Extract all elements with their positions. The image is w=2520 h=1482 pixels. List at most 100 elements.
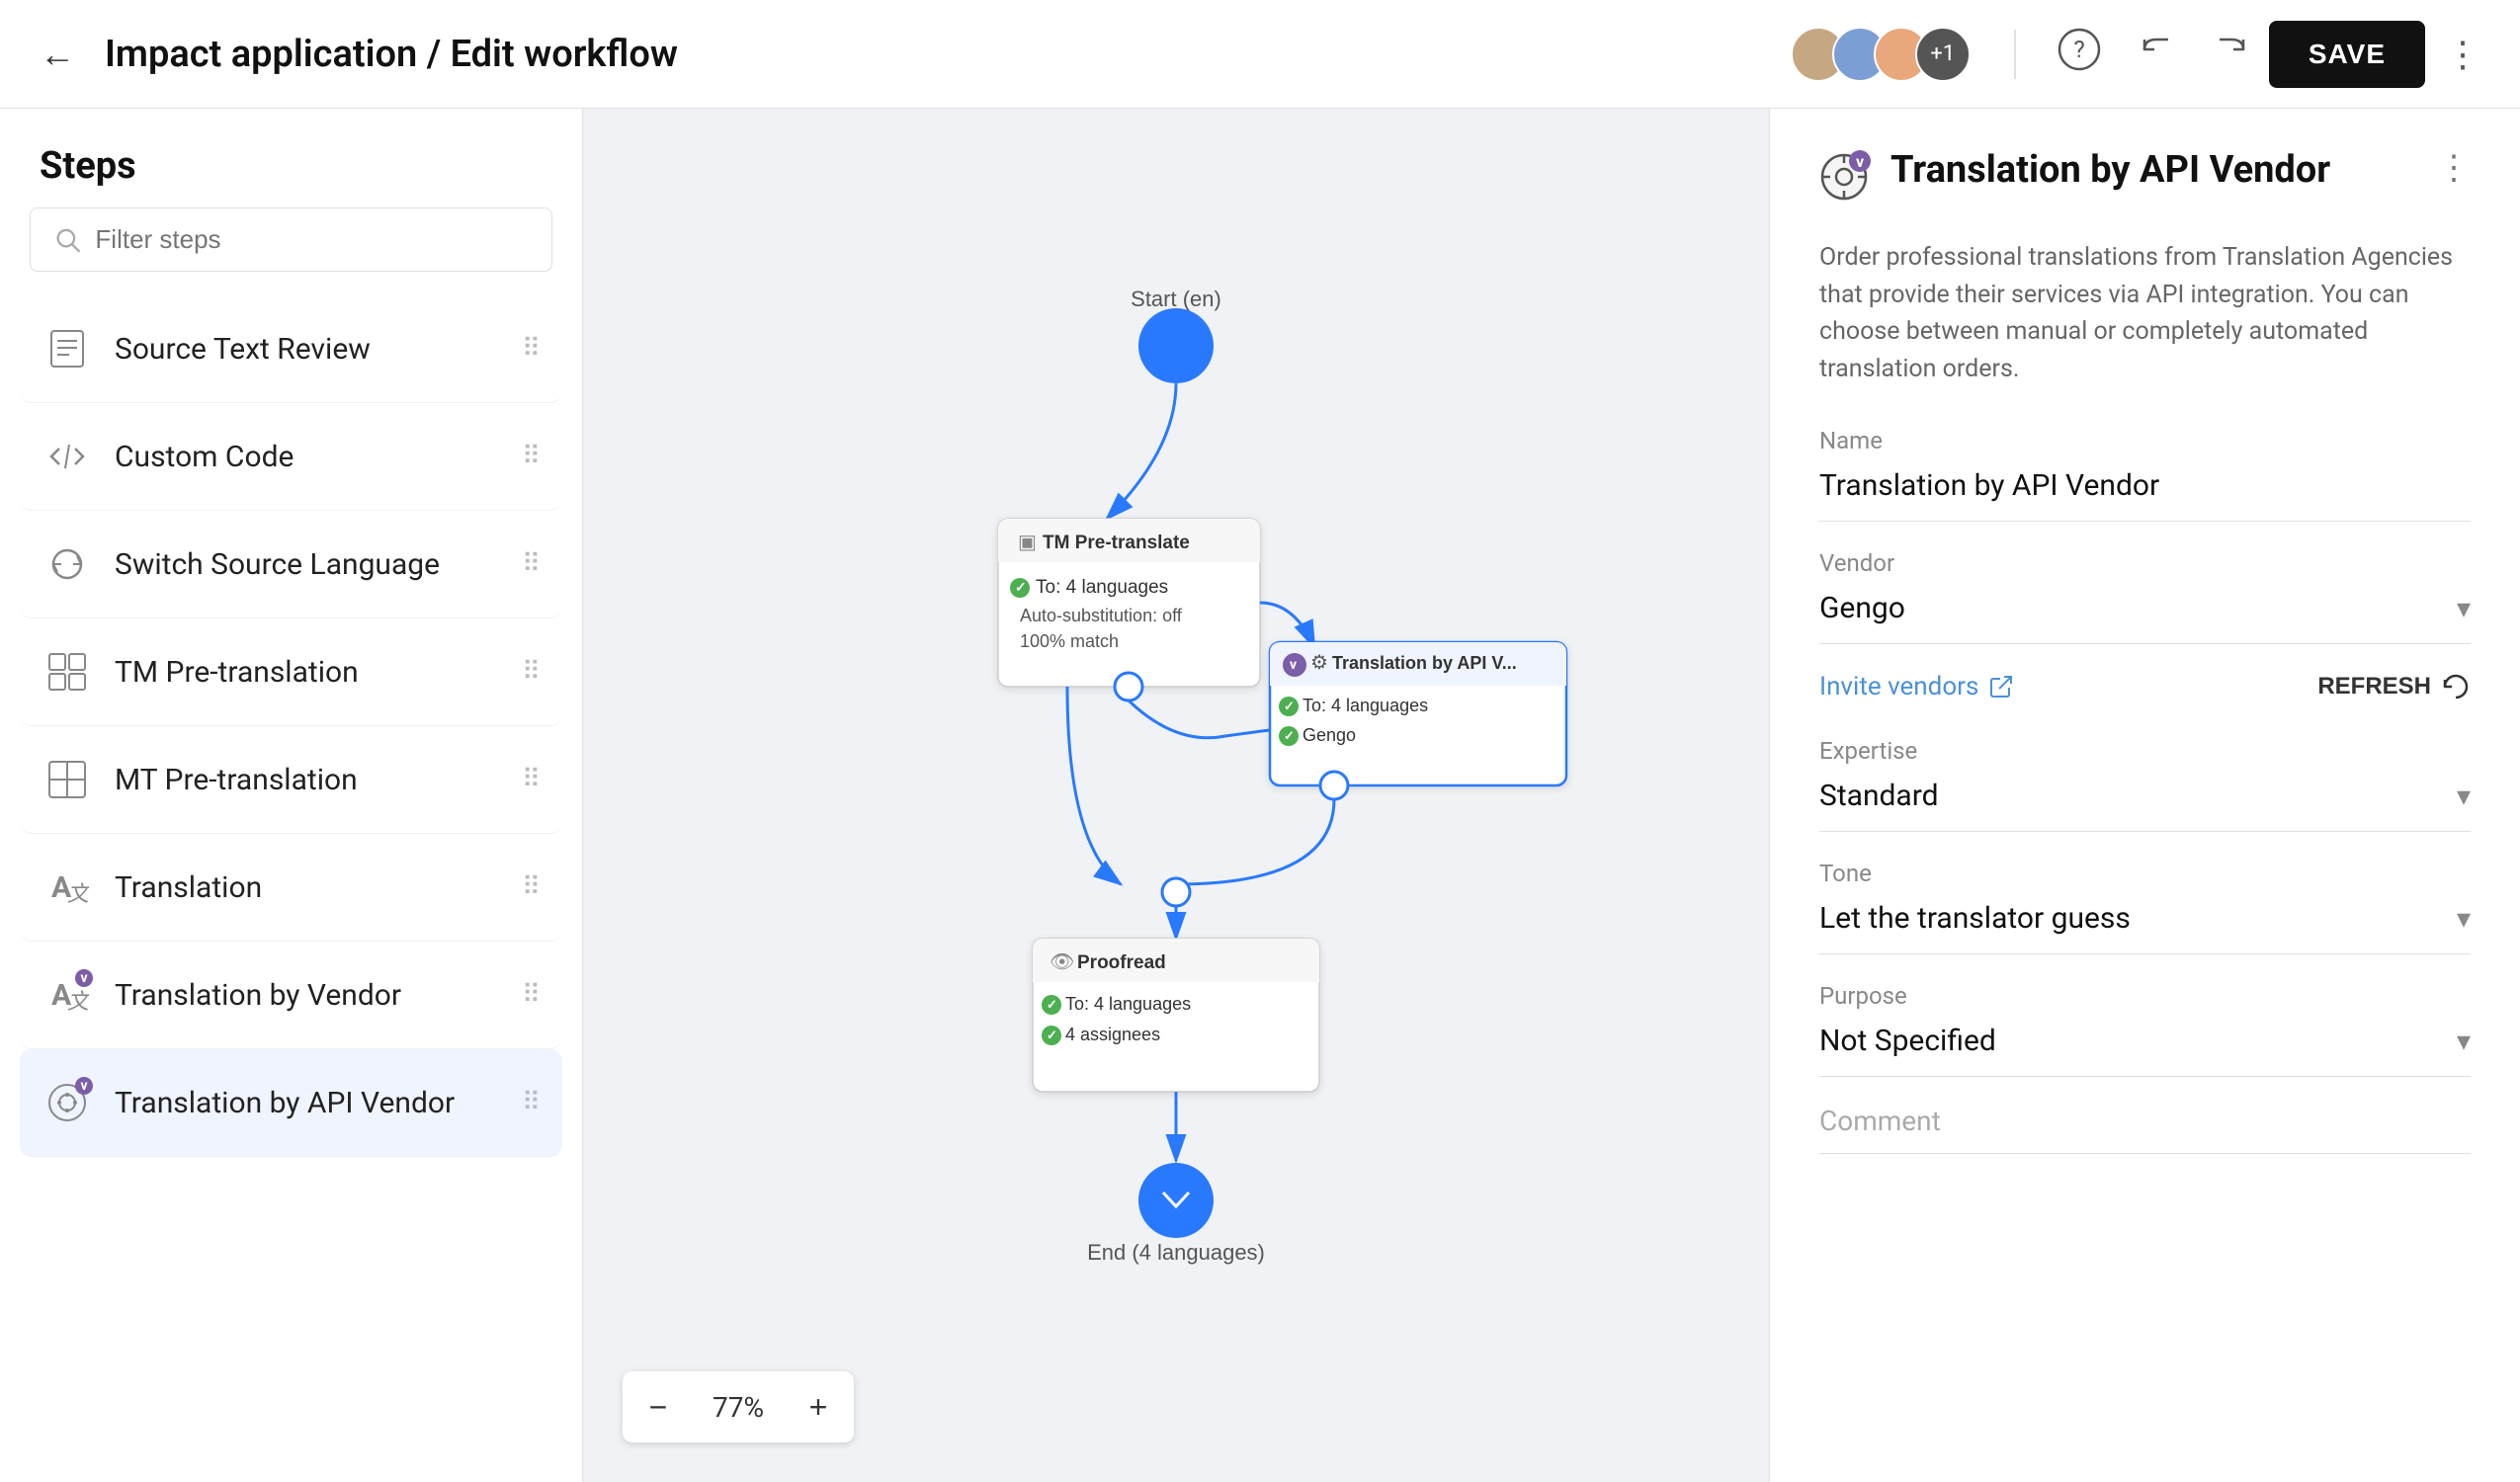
name-value-row: Translation by API Vendor: [1819, 468, 2471, 522]
panel-icon: v: [1819, 152, 1869, 211]
tone-value-row[interactable]: Let the translator guess ▾: [1819, 901, 2471, 954]
zoom-out-button[interactable]: −: [623, 1371, 694, 1442]
sidebar-item-source-text-review[interactable]: Source Text Review ⠿: [20, 295, 562, 403]
comment-field: Comment: [1819, 1105, 2471, 1154]
step-label: Switch Source Language: [115, 547, 500, 582]
zoom-in-button[interactable]: +: [783, 1371, 854, 1442]
svg-text:TM Pre-translate: TM Pre-translate: [1043, 533, 1190, 553]
svg-text:To: 4 languages: To: 4 languages: [1302, 696, 1428, 715]
back-button[interactable]: ←: [40, 34, 75, 75]
invite-vendors-row: Invite vendors REFRESH: [1819, 672, 2471, 701]
expertise-value: Standard: [1819, 779, 2457, 813]
avatar-overflow[interactable]: +1: [1915, 27, 1971, 82]
purpose-field: Purpose Not Specified ▾: [1819, 982, 2471, 1077]
main-layout: Steps Source Text Review ⠿ Custom Code ⠿: [0, 109, 2520, 1482]
name-field: Name Translation by API Vendor: [1819, 427, 2471, 522]
svg-text:▣: ▣: [1018, 530, 1037, 553]
header-divider: [2014, 30, 2016, 79]
steps-list: Source Text Review ⠿ Custom Code ⠿ Switc…: [0, 295, 582, 1482]
tm-pretranslation-icon: [42, 646, 93, 698]
svg-text:4 assignees: 4 assignees: [1065, 1025, 1160, 1044]
save-button[interactable]: SAVE: [2269, 21, 2425, 88]
search-bar[interactable]: [30, 207, 552, 272]
switch-source-icon: [42, 538, 93, 590]
svg-text:Proofread: Proofread: [1077, 952, 1166, 973]
sidebar-item-switch-source-language[interactable]: Switch Source Language ⠿: [20, 511, 562, 618]
vendor-value: Gengo: [1819, 591, 2457, 625]
sidebar-item-tm-pretranslation[interactable]: TM Pre-translation ⠿: [20, 618, 562, 726]
tone-dropdown-arrow: ▾: [2457, 902, 2471, 935]
purpose-value-row[interactable]: Not Specified ▾: [1819, 1024, 2471, 1077]
workflow-canvas[interactable]: Start (en) ▣ TM Pre-translate ✓ To: 4 la…: [583, 109, 1769, 1482]
step-label: Translation by API Vendor: [115, 1086, 500, 1120]
drag-handle[interactable]: ⠿: [522, 980, 541, 1010]
translation-icon: A文: [42, 862, 93, 913]
comment-placeholder[interactable]: Comment: [1819, 1105, 2471, 1154]
tone-field: Tone Let the translator guess ▾: [1819, 860, 2471, 954]
svg-text:✓: ✓: [1284, 729, 1295, 744]
svg-text:v: v: [1290, 657, 1297, 673]
avatars-group: +1: [1791, 27, 1971, 82]
svg-text:文: 文: [67, 990, 89, 1015]
sidebar: Steps Source Text Review ⠿ Custom Code ⠿: [0, 109, 583, 1482]
drag-handle[interactable]: ⠿: [522, 442, 541, 471]
purpose-dropdown-arrow: ▾: [2457, 1025, 2471, 1057]
sidebar-item-translation-by-api-vendor[interactable]: v Translation by API Vendor ⠿: [20, 1049, 562, 1157]
drag-handle[interactable]: ⠿: [522, 549, 541, 579]
expertise-value-row[interactable]: Standard ▾: [1819, 779, 2471, 832]
mt-pretranslation-icon: [42, 754, 93, 805]
svg-text:✓: ✓: [1015, 580, 1027, 596]
drag-handle[interactable]: ⠿: [522, 765, 541, 794]
svg-text:Auto-substitution: off: Auto-substitution: off: [1020, 606, 1183, 625]
step-label: Custom Code: [115, 440, 500, 474]
panel-description: Order professional translations from Tra…: [1819, 239, 2471, 387]
purpose-label: Purpose: [1819, 982, 2471, 1010]
purpose-value: Not Specified: [1819, 1024, 2457, 1058]
vendor-label: Vendor: [1819, 549, 2471, 577]
sidebar-item-custom-code[interactable]: Custom Code ⠿: [20, 403, 562, 511]
invite-vendors-link[interactable]: Invite vendors: [1819, 672, 2014, 701]
workflow-svg: Start (en) ▣ TM Pre-translate ✓ To: 4 la…: [583, 109, 1769, 1482]
translation-vendor-icon: A文 v: [42, 969, 93, 1021]
vendor-dropdown-arrow: ▾: [2457, 592, 2471, 624]
sidebar-item-mt-pretranslation[interactable]: MT Pre-translation ⠿: [20, 726, 562, 834]
page-title: Impact application / Edit workflow: [105, 33, 1791, 76]
panel-menu-button[interactable]: ⋮: [2437, 148, 2471, 188]
canvas-controls: − 77% +: [623, 1371, 854, 1442]
name-label: Name: [1819, 427, 2471, 454]
help-button[interactable]: ?: [2058, 28, 2101, 80]
expertise-dropdown-arrow: ▾: [2457, 780, 2471, 812]
drag-handle[interactable]: ⠿: [522, 872, 541, 902]
sidebar-item-translation-by-vendor[interactable]: A文 v Translation by Vendor ⠿: [20, 942, 562, 1049]
tone-label: Tone: [1819, 860, 2471, 887]
step-label: Translation: [115, 870, 500, 905]
tone-value: Let the translator guess: [1819, 901, 2457, 936]
vendor-field: Vendor Gengo ▾: [1819, 549, 2471, 644]
search-icon: [54, 225, 81, 255]
vendor-value-row[interactable]: Gengo ▾: [1819, 591, 2471, 644]
svg-text:👁: 👁: [1050, 949, 1074, 973]
external-link-icon: [1988, 674, 2014, 700]
svg-text:✓: ✓: [1284, 700, 1295, 714]
svg-text:End (4 languages): End (4 languages): [1087, 1240, 1265, 1265]
panel-header: v Translation by API Vendor ⋮: [1819, 148, 2471, 211]
search-input[interactable]: [95, 224, 528, 255]
svg-text:文: 文: [67, 882, 89, 907]
drag-handle[interactable]: ⠿: [522, 334, 541, 364]
drag-handle[interactable]: ⠿: [522, 1088, 541, 1117]
undo-button[interactable]: [2137, 30, 2176, 78]
svg-text:?: ?: [2073, 36, 2084, 63]
refresh-button[interactable]: REFRESH: [2317, 672, 2471, 701]
custom-code-icon: [42, 431, 93, 482]
expertise-label: Expertise: [1819, 737, 2471, 765]
more-menu-button[interactable]: ⋮: [2445, 34, 2480, 75]
sidebar-title: Steps: [0, 109, 582, 207]
svg-text:100% match: 100% match: [1020, 631, 1119, 651]
drag-handle[interactable]: ⠿: [522, 657, 541, 687]
step-label: Translation by Vendor: [115, 978, 500, 1013]
expertise-field: Expertise Standard ▾: [1819, 737, 2471, 832]
svg-text:✓: ✓: [1047, 1029, 1057, 1043]
sidebar-item-translation[interactable]: A文 Translation ⠿: [20, 834, 562, 942]
redo-button[interactable]: [2212, 30, 2251, 78]
zoom-level: 77%: [694, 1391, 783, 1424]
